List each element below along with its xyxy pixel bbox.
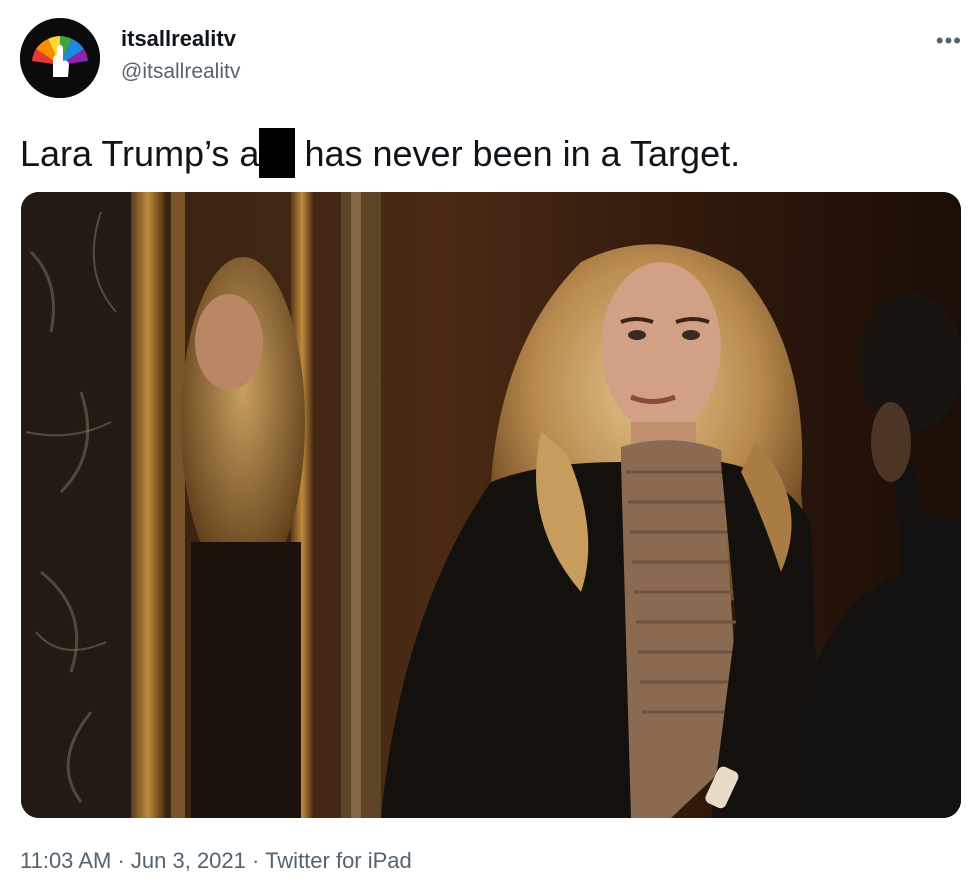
avatar[interactable] — [20, 18, 100, 98]
tweet-text-start: Lara Trump’s a — [20, 133, 260, 174]
woman-in-elevator-photo-icon — [21, 192, 961, 818]
meta-separator: · — [252, 848, 260, 873]
tweet-time[interactable]: 11:03 AM — [20, 848, 111, 873]
more-options-icon[interactable]: ••• — [936, 28, 962, 54]
tweet-text: Lara Trump’s a has never been in a Target… — [20, 128, 740, 178]
tweet-date[interactable]: Jun 3, 2021 — [131, 848, 246, 873]
censor-block — [259, 128, 296, 178]
peacock-logo-icon — [20, 18, 100, 98]
display-name[interactable]: itsallrealitv — [121, 26, 236, 52]
tweet-photo[interactable] — [21, 192, 961, 818]
tweet-source[interactable]: Twitter for iPad — [265, 848, 412, 873]
tweet-text-end: has never been in a Target. — [304, 133, 741, 174]
tweet-metadata: 11:03 AM · Jun 3, 2021 · Twitter for iPa… — [20, 848, 412, 874]
user-handle[interactable]: @itsallrealitv — [121, 60, 240, 84]
meta-separator: · — [117, 848, 125, 873]
